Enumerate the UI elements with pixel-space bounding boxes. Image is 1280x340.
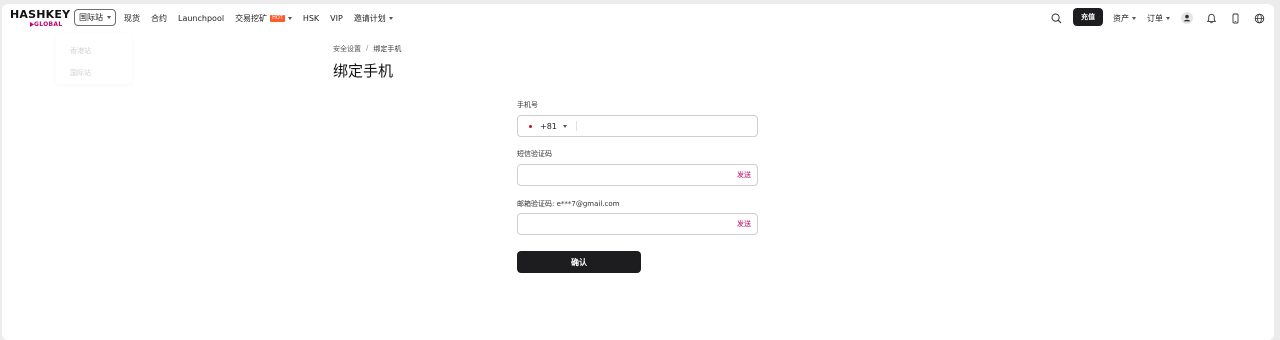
- nav-launchpool[interactable]: Launchpool: [178, 14, 224, 23]
- top-nav: HASHKEY GLOBAL 国际站 现货 合约 Launchpool 交易挖矿…: [2, 4, 1274, 32]
- chevron-down-icon: [1132, 17, 1136, 20]
- hashkey-logo[interactable]: HASHKEY GLOBAL: [10, 8, 70, 30]
- assets-menu[interactable]: 资产: [1113, 13, 1136, 24]
- logo-subtitle: GLOBAL: [34, 21, 63, 28]
- breadcrumb-separator: /: [366, 44, 369, 52]
- hot-badge: HOT: [270, 14, 285, 22]
- nav-hsk-label: HSK: [302, 13, 320, 23]
- logo-wordmark: HASHKEY: [10, 8, 71, 21]
- nav-trade-mining-label: 交易挖矿: [235, 13, 268, 23]
- email-code-label: 邮箱验证码: e***7@gmail.com: [517, 200, 620, 208]
- country-code-selector[interactable]: +81: [526, 116, 567, 136]
- email-send-button[interactable]: 发送: [737, 214, 751, 234]
- assets-label: 资产: [1113, 14, 1129, 23]
- japan-flag-icon: [526, 122, 534, 130]
- nav-futures[interactable]: 合约: [151, 13, 167, 24]
- main-nav: 现货 合约 Launchpool 交易挖矿 HOT HSK VIP 邀请计划: [124, 4, 393, 32]
- nav-futures-label: 合约: [151, 13, 167, 23]
- chevron-down-icon: [1166, 17, 1170, 20]
- scrollbar[interactable]: [1270, 32, 1274, 332]
- bell-icon[interactable]: [1204, 11, 1218, 25]
- nav-spot[interactable]: 现货: [124, 13, 140, 24]
- page: HASHKEY GLOBAL 国际站 现货 合约 Launchpool 交易挖矿…: [2, 4, 1274, 340]
- page-title: 绑定手机: [333, 62, 394, 80]
- search-icon[interactable]: [1049, 11, 1063, 25]
- field-divider: [576, 121, 577, 131]
- site-selector-label: 国际站: [79, 13, 103, 22]
- mobile-app-icon[interactable]: [1228, 11, 1242, 25]
- site-dropdown: 香港站 国际站: [56, 34, 132, 84]
- chevron-down-icon: [562, 124, 567, 128]
- nav-launchpool-label: Launchpool: [178, 13, 225, 23]
- user-avatar-icon[interactable]: [1180, 11, 1194, 25]
- phone-label: 手机号: [517, 101, 538, 109]
- sms-send-button[interactable]: 发送: [737, 165, 751, 185]
- confirm-button[interactable]: 确认: [517, 251, 641, 273]
- nav-vip-label: VIP: [330, 13, 343, 23]
- breadcrumb-security-settings[interactable]: 安全设置: [333, 44, 361, 54]
- nav-vip[interactable]: VIP: [330, 14, 343, 23]
- site-selector[interactable]: 国际站: [74, 9, 116, 26]
- orders-menu[interactable]: 订单: [1147, 13, 1170, 24]
- sms-code-field[interactable]: 发送: [517, 164, 758, 186]
- breadcrumb-current: 绑定手机: [373, 45, 402, 53]
- nav-referral-label: 邀请计划: [353, 13, 386, 23]
- chevron-down-icon: [107, 16, 111, 19]
- chevron-down-icon: [287, 16, 292, 20]
- globe-icon[interactable]: [1252, 11, 1266, 25]
- orders-label: 订单: [1147, 14, 1163, 23]
- nav-hsk[interactable]: HSK: [303, 14, 319, 23]
- site-option-hk[interactable]: 香港站: [70, 46, 91, 56]
- phone-field[interactable]: +81: [517, 115, 758, 137]
- country-code: +81: [540, 121, 557, 131]
- nav-trade-mining[interactable]: 交易挖矿 HOT: [235, 13, 292, 24]
- nav-spot-label: 现货: [124, 13, 140, 23]
- breadcrumb: 安全设置 / 绑定手机: [333, 44, 401, 54]
- sms-code-label: 短信验证码: [517, 150, 552, 158]
- nav-referral[interactable]: 邀请计划: [354, 13, 393, 24]
- chevron-down-icon: [388, 16, 393, 20]
- deposit-button[interactable]: 充值: [1073, 8, 1103, 26]
- email-code-field[interactable]: 发送: [517, 213, 758, 235]
- site-option-global[interactable]: 国际站: [70, 68, 91, 78]
